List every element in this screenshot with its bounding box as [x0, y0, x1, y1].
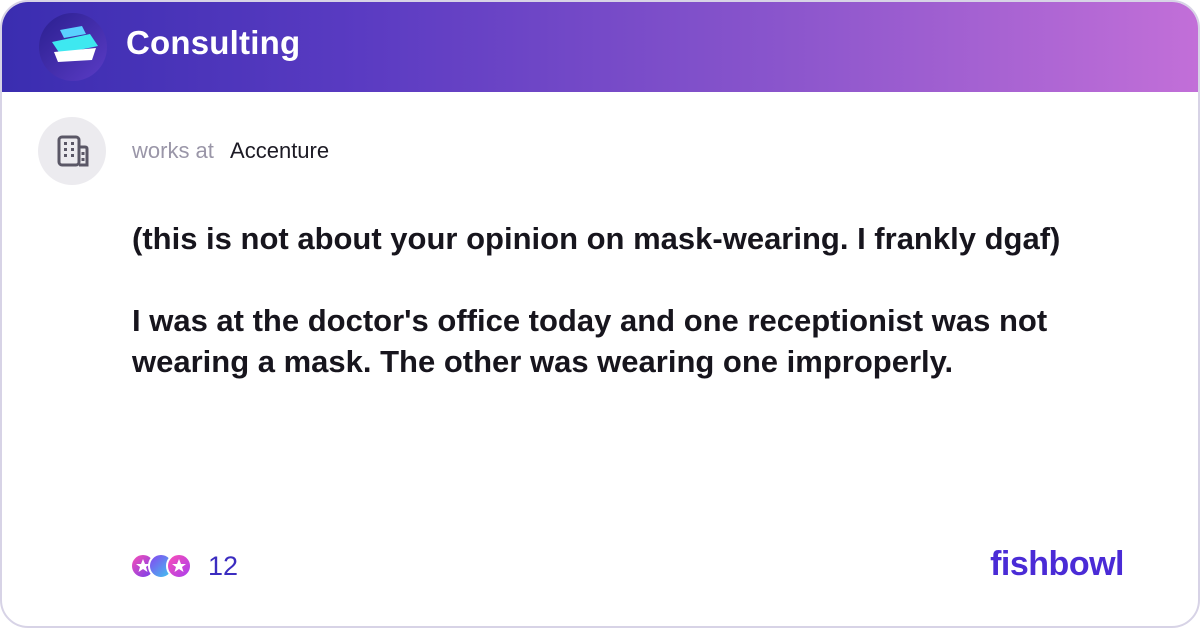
company-avatar — [38, 117, 106, 185]
reaction-count[interactable]: 12 — [208, 551, 238, 582]
bowl-title[interactable]: Consulting — [126, 24, 300, 62]
star-reaction-icon — [166, 553, 192, 579]
bowl-logo-icon — [38, 12, 108, 82]
works-at-label: works at — [132, 138, 214, 163]
post-line: I was at the doctor's office today and o… — [132, 303, 1048, 379]
post-line-gap — [132, 259, 1132, 300]
building-icon — [57, 135, 89, 167]
post-line: (this is not about your opinion on mask-… — [132, 221, 1061, 256]
post-body[interactable]: (this is not about your opinion on mask-… — [132, 218, 1132, 382]
author-meta: works at Accenture — [132, 138, 329, 164]
bowl-header[interactable]: Consulting — [2, 2, 1198, 92]
fishbowl-logo: fishbowl — [990, 545, 1124, 583]
company-name[interactable]: Accenture — [230, 138, 329, 163]
reactions[interactable]: 12 — [130, 550, 238, 582]
post-card[interactable]: Consulting works at Accenture (this is n… — [0, 0, 1200, 628]
